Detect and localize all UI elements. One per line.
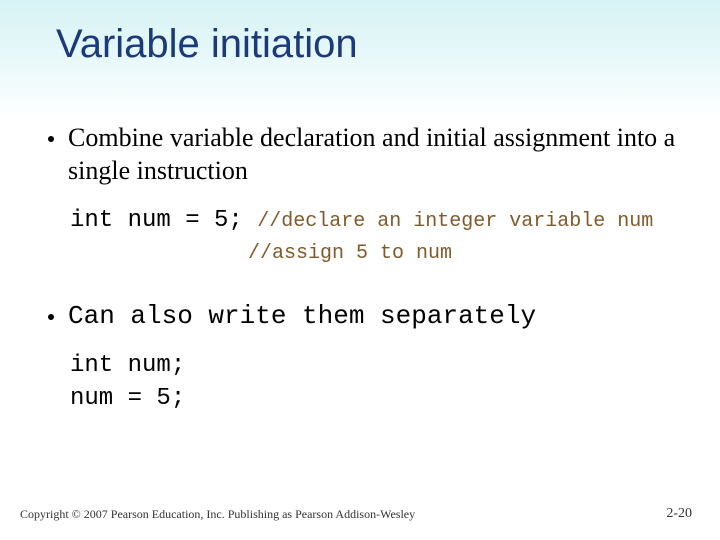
code-line: int num; xyxy=(70,350,684,382)
code-comment: //declare an integer variable num xyxy=(257,210,653,233)
footer-page-number: 2-20 xyxy=(666,506,692,522)
bullet-dot-icon xyxy=(48,136,54,142)
slide: Variable initiation Combine variable dec… xyxy=(0,0,720,540)
code-statement: int num = 5; xyxy=(70,207,243,234)
bullet-item-2: Can also write them separately xyxy=(48,300,684,333)
code-line: int num = 5; //declare an integer variab… xyxy=(70,205,684,237)
bullet-text: Can also write them separately xyxy=(68,300,536,333)
code-line: //assign 5 to num xyxy=(70,237,684,269)
slide-body: Combine variable declaration and initial… xyxy=(48,122,684,445)
code-example-1: int num = 5; //declare an integer variab… xyxy=(70,205,684,270)
slide-title: Variable initiation xyxy=(56,22,358,67)
code-line: num = 5; xyxy=(70,383,684,415)
code-example-2: int num; num = 5; xyxy=(70,350,684,415)
code-comment: //assign 5 to num xyxy=(248,242,452,265)
bullet-text: Combine variable declaration and initial… xyxy=(68,122,684,187)
footer-copyright: Copyright © 2007 Pearson Education, Inc.… xyxy=(20,507,415,522)
bullet-dot-icon xyxy=(48,314,54,320)
bullet-item-1: Combine variable declaration and initial… xyxy=(48,122,684,187)
